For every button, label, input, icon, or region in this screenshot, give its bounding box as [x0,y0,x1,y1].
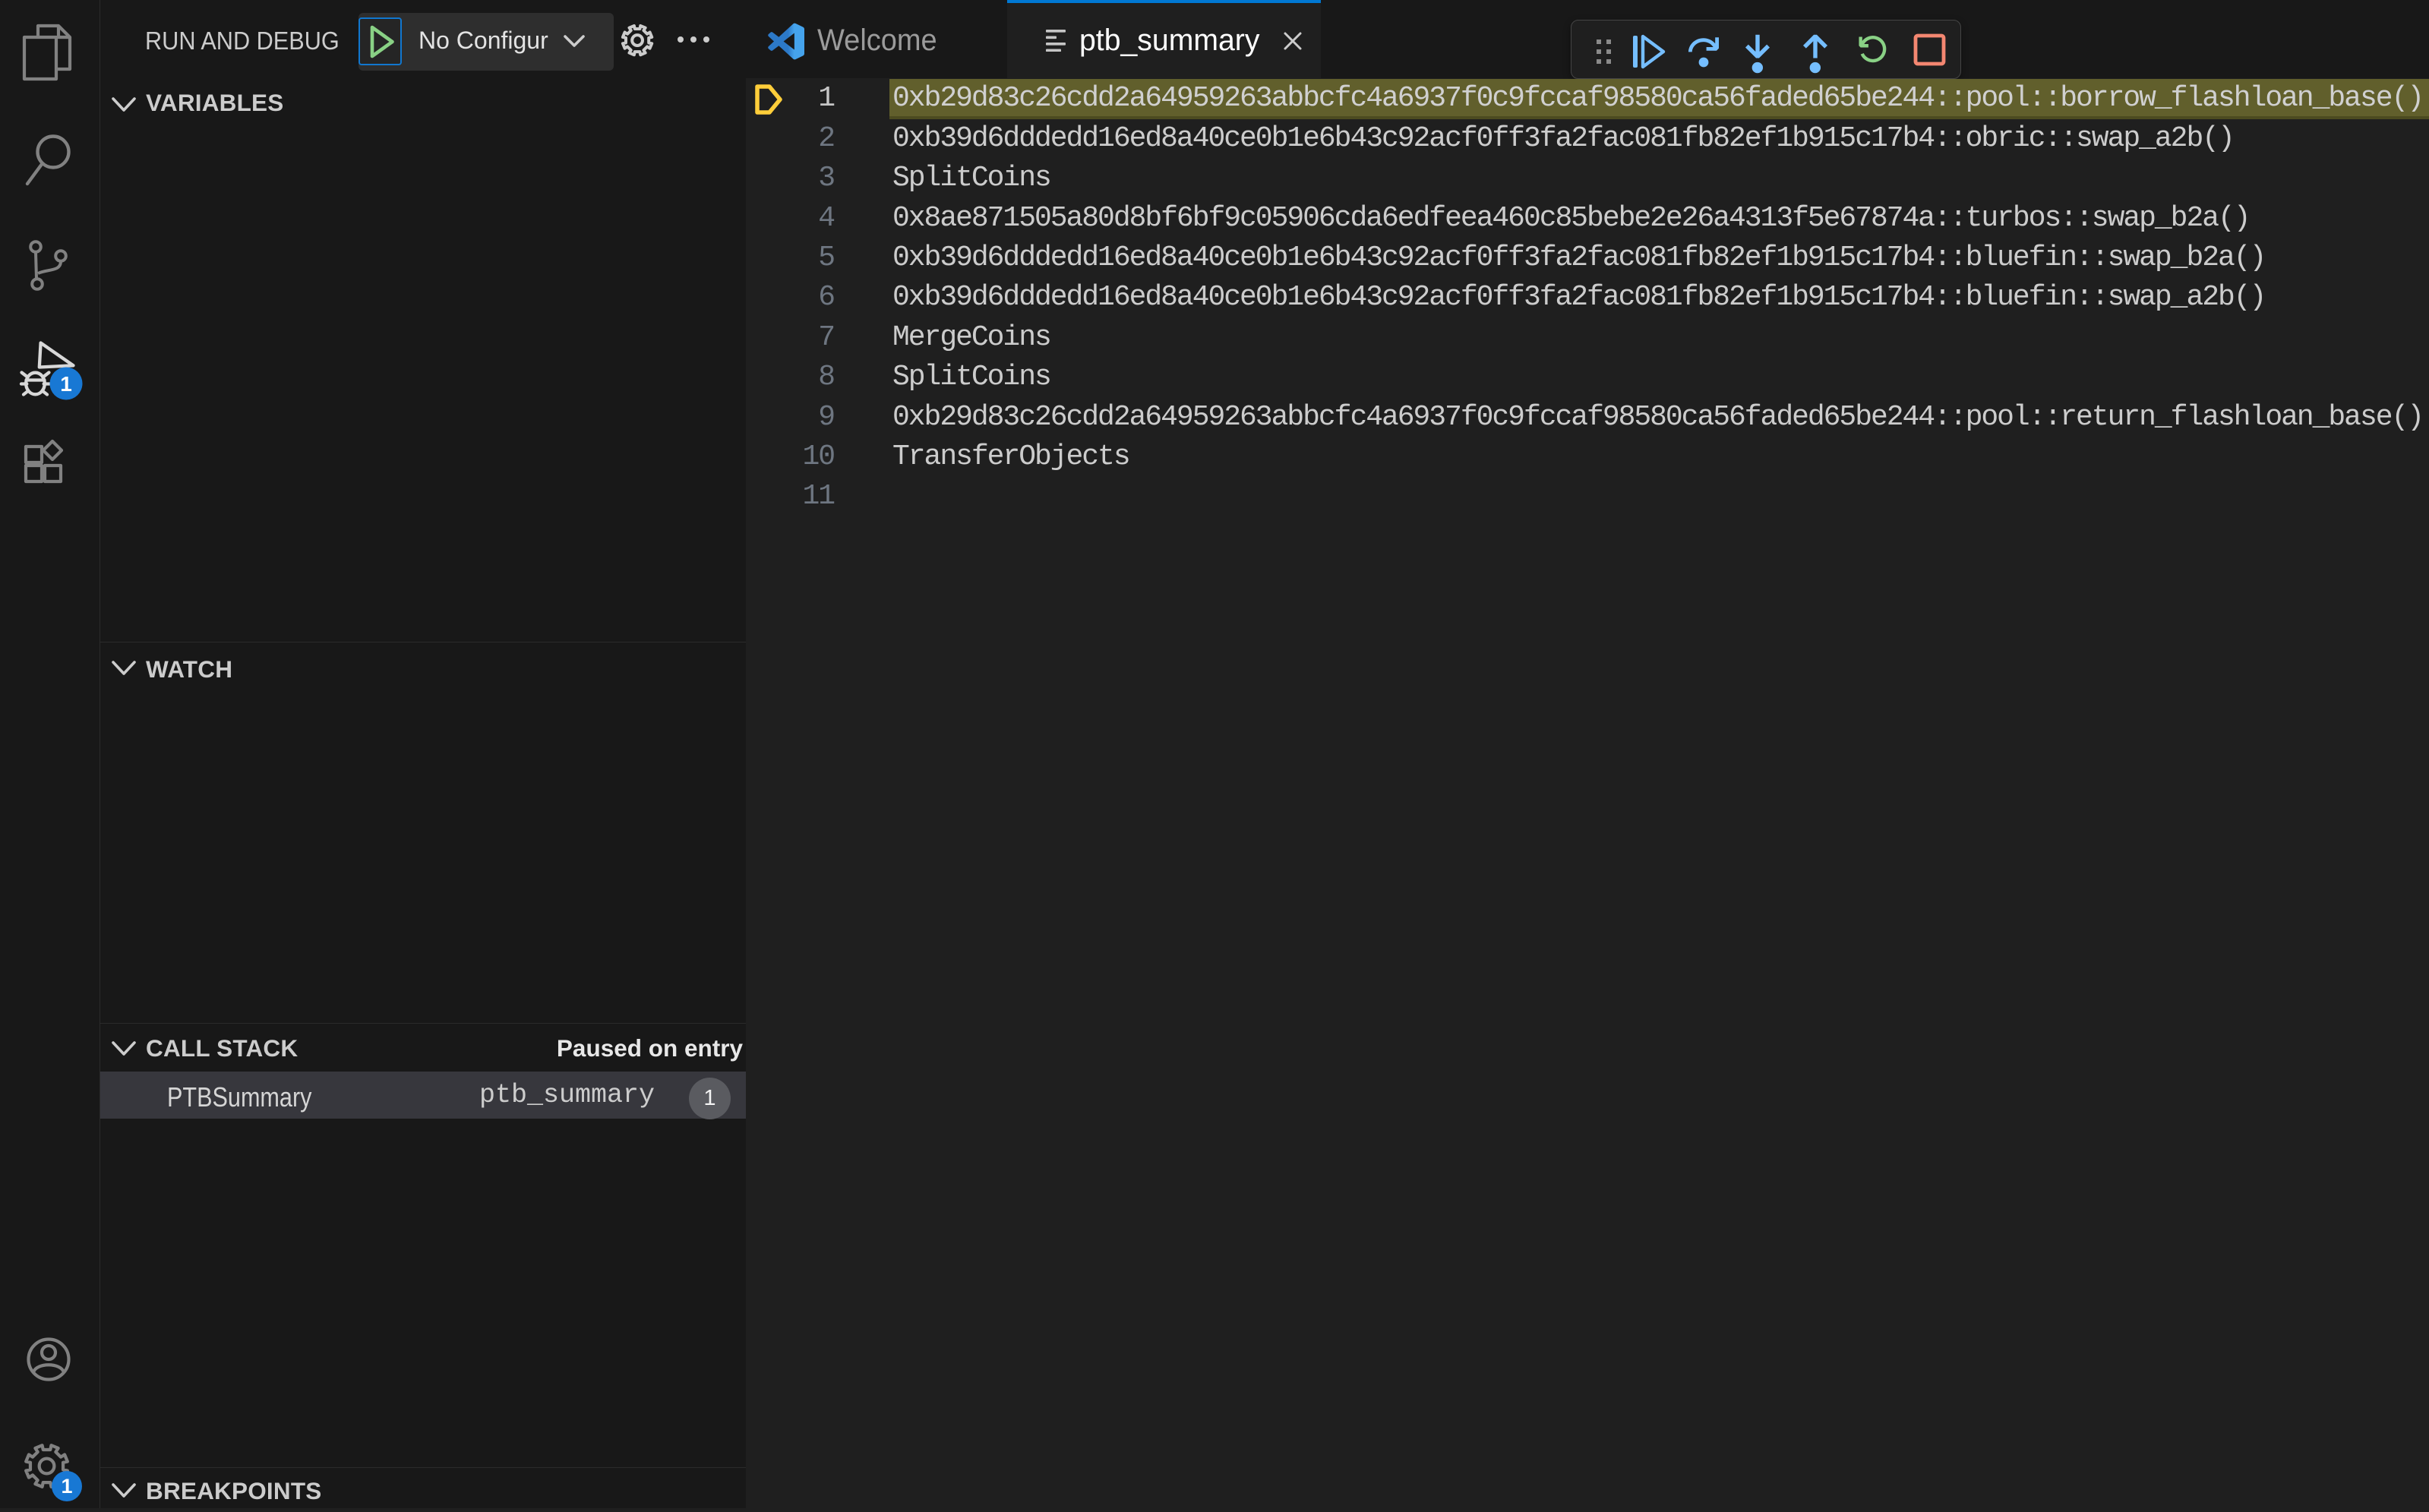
svg-text:1: 1 [60,372,72,396]
svg-text:1: 1 [61,1475,72,1498]
